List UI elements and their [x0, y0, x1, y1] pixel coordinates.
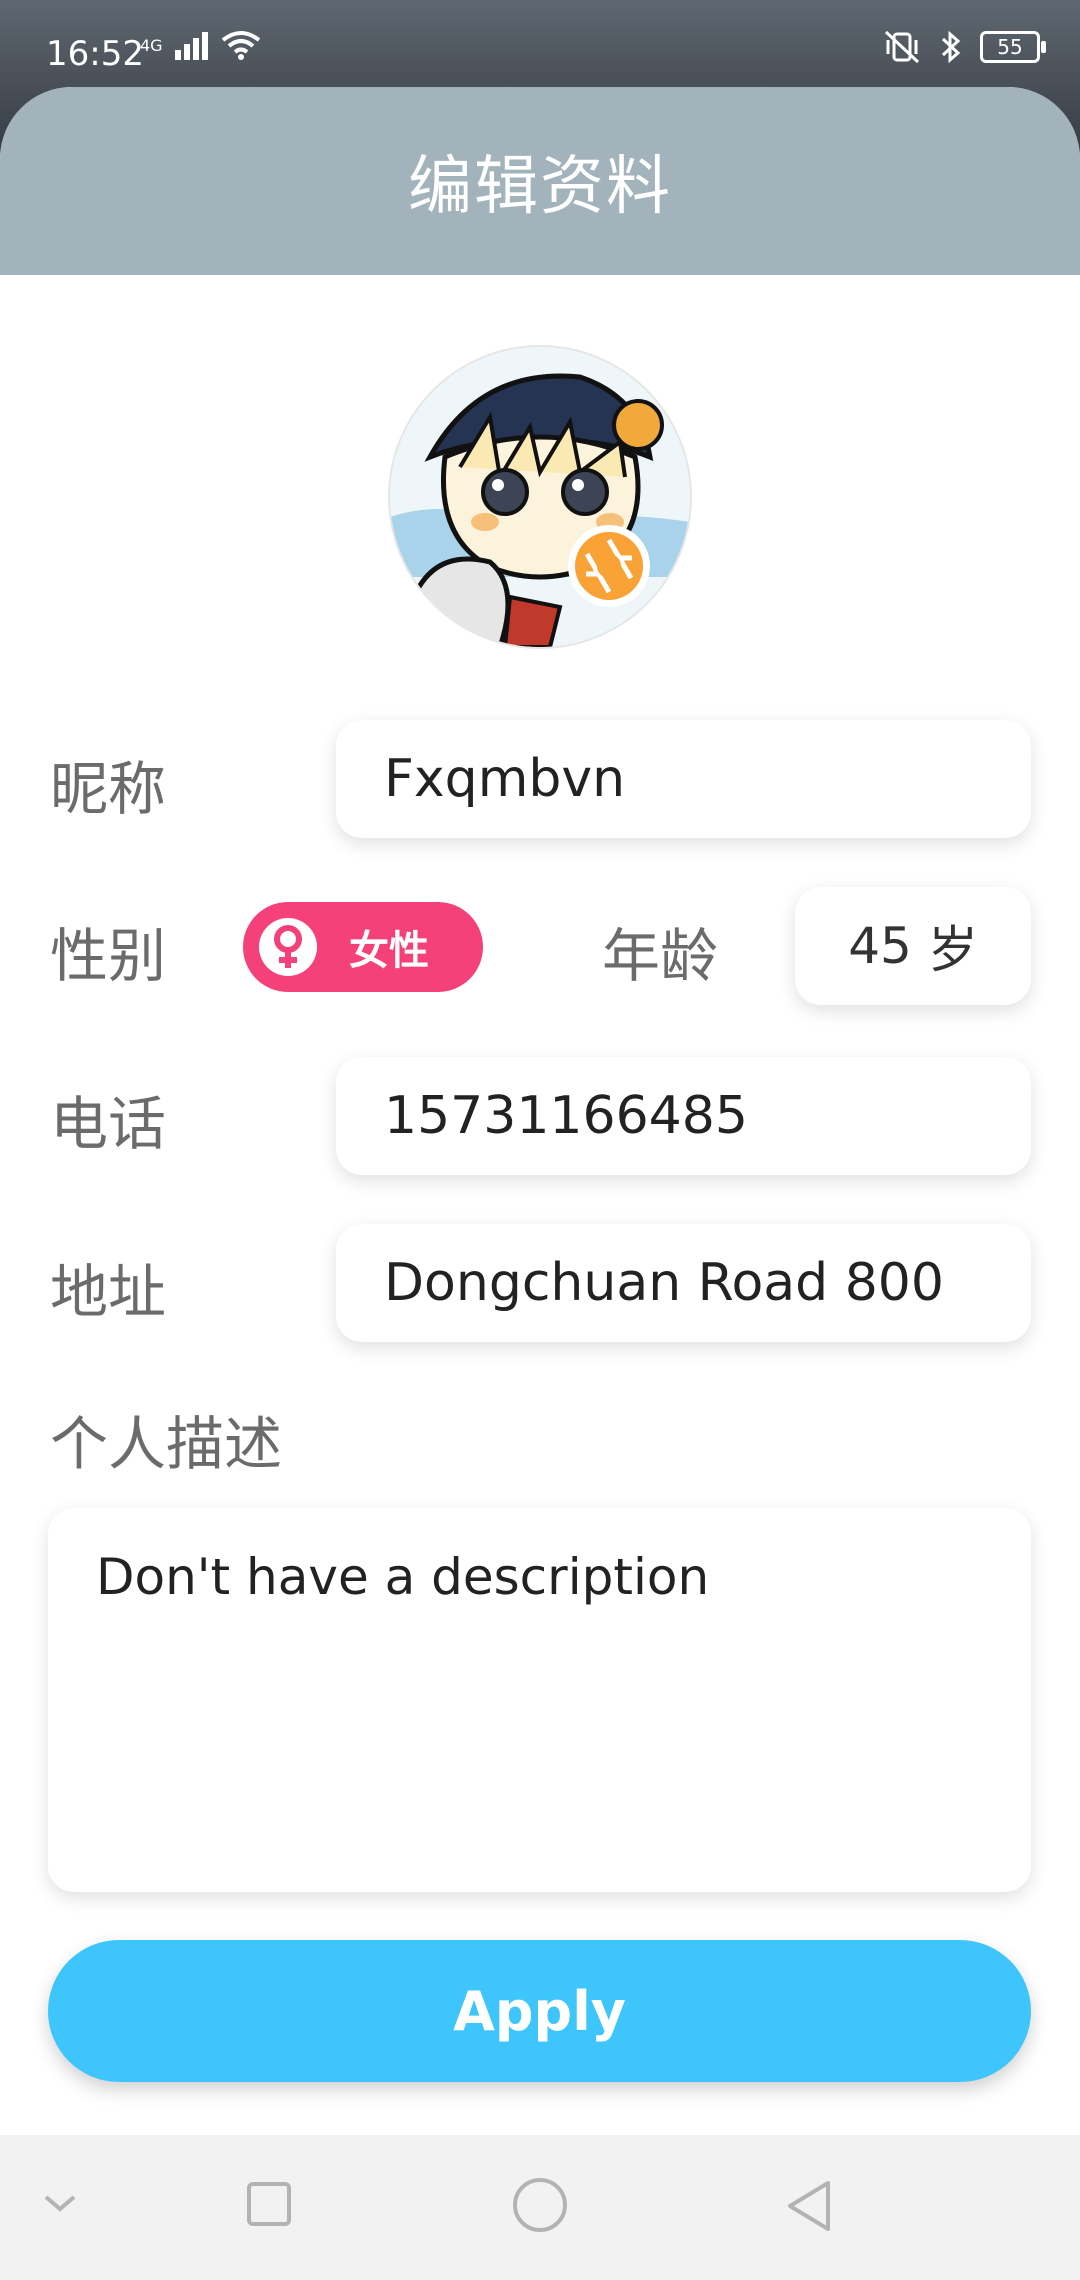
phone-label: 电话: [50, 1090, 167, 1158]
description-value: Don't have a description: [96, 1548, 710, 1606]
sheet-header: 编辑资料: [0, 87, 1080, 275]
avatar-container[interactable]: [390, 347, 690, 647]
gender-toggle[interactable]: 女性: [243, 902, 483, 992]
page-title: 编辑资料: [408, 150, 672, 224]
bluetooth-icon: [941, 30, 961, 64]
address-field[interactable]: Dongchuan Road 800: [336, 1224, 1031, 1342]
age-unit: 岁: [927, 921, 978, 979]
age-label: 年龄: [602, 922, 719, 990]
battery-indicator: 55: [980, 31, 1046, 63]
nickname-label: 昵称: [50, 755, 167, 823]
signal-icon: [174, 32, 208, 60]
phone-value: 15731166485: [384, 1086, 748, 1146]
gender-label: 性别: [50, 922, 167, 990]
avatar[interactable]: [390, 347, 690, 647]
age-value: 45: [848, 917, 912, 975]
chevron-down-icon[interactable]: [42, 2191, 78, 2215]
vibrate-mute-icon: [884, 30, 920, 64]
description-field[interactable]: Don't have a description: [48, 1508, 1031, 1892]
age-field[interactable]: 45 岁: [795, 887, 1031, 1005]
description-label: 个人描述: [50, 1410, 283, 1478]
nickname-field[interactable]: Fxqmbvn: [336, 720, 1031, 838]
status-right-icons: 55: [882, 30, 1046, 64]
address-value: Dongchuan Road 800: [384, 1253, 944, 1313]
circle-home-icon[interactable]: [512, 2177, 568, 2233]
status-time: 16:52: [46, 34, 144, 74]
gender-value: 女性: [349, 928, 429, 974]
system-navigation-bar: [0, 2135, 1080, 2280]
network-type: 4G: [140, 35, 163, 55]
phone-field[interactable]: 15731166485: [336, 1057, 1031, 1175]
square-recent-icon[interactable]: [246, 2181, 292, 2227]
nickname-value: Fxqmbvn: [384, 749, 626, 809]
female-symbol-icon: [259, 918, 317, 976]
address-label: 地址: [50, 1258, 167, 1326]
edit-profile-sheet: 编辑资料 昵称 Fxqmbvn 性别 女性 年龄 45 岁 电话 1573116…: [0, 87, 1080, 2135]
wifi-icon: [221, 31, 260, 60]
change-avatar-button[interactable]: [568, 525, 650, 607]
status-left-icons: 4G: [140, 30, 261, 60]
camera-shutter-icon: [575, 532, 643, 600]
apply-button[interactable]: Apply: [48, 1940, 1031, 2082]
triangle-back-icon[interactable]: [784, 2179, 834, 2233]
avatar-image: [390, 347, 690, 647]
